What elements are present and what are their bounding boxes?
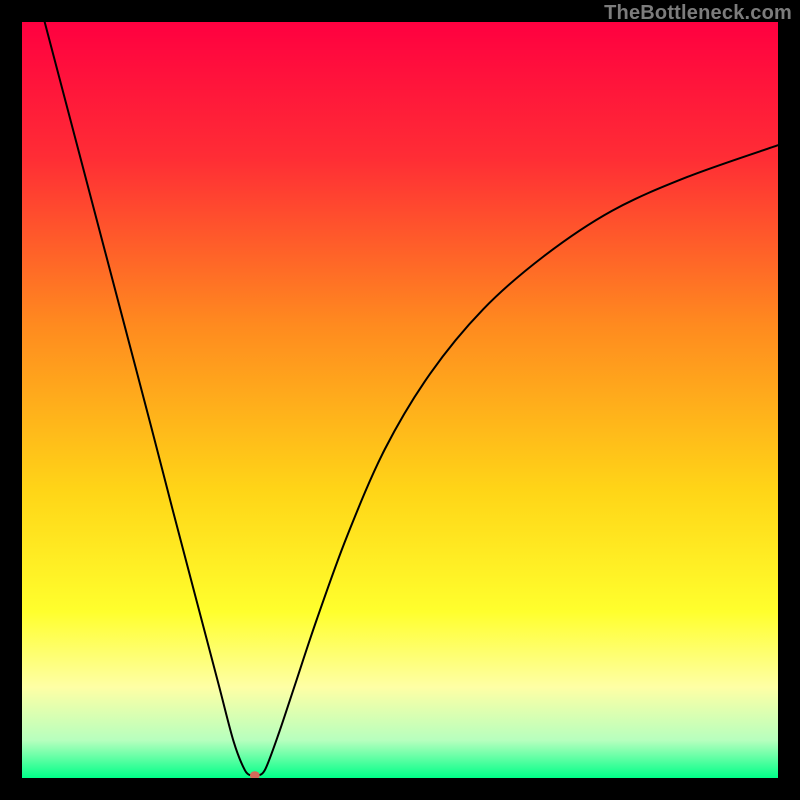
chart-container: TheBottleneck.com xyxy=(0,0,800,800)
plot-area xyxy=(22,22,778,778)
gradient-background xyxy=(22,22,778,778)
